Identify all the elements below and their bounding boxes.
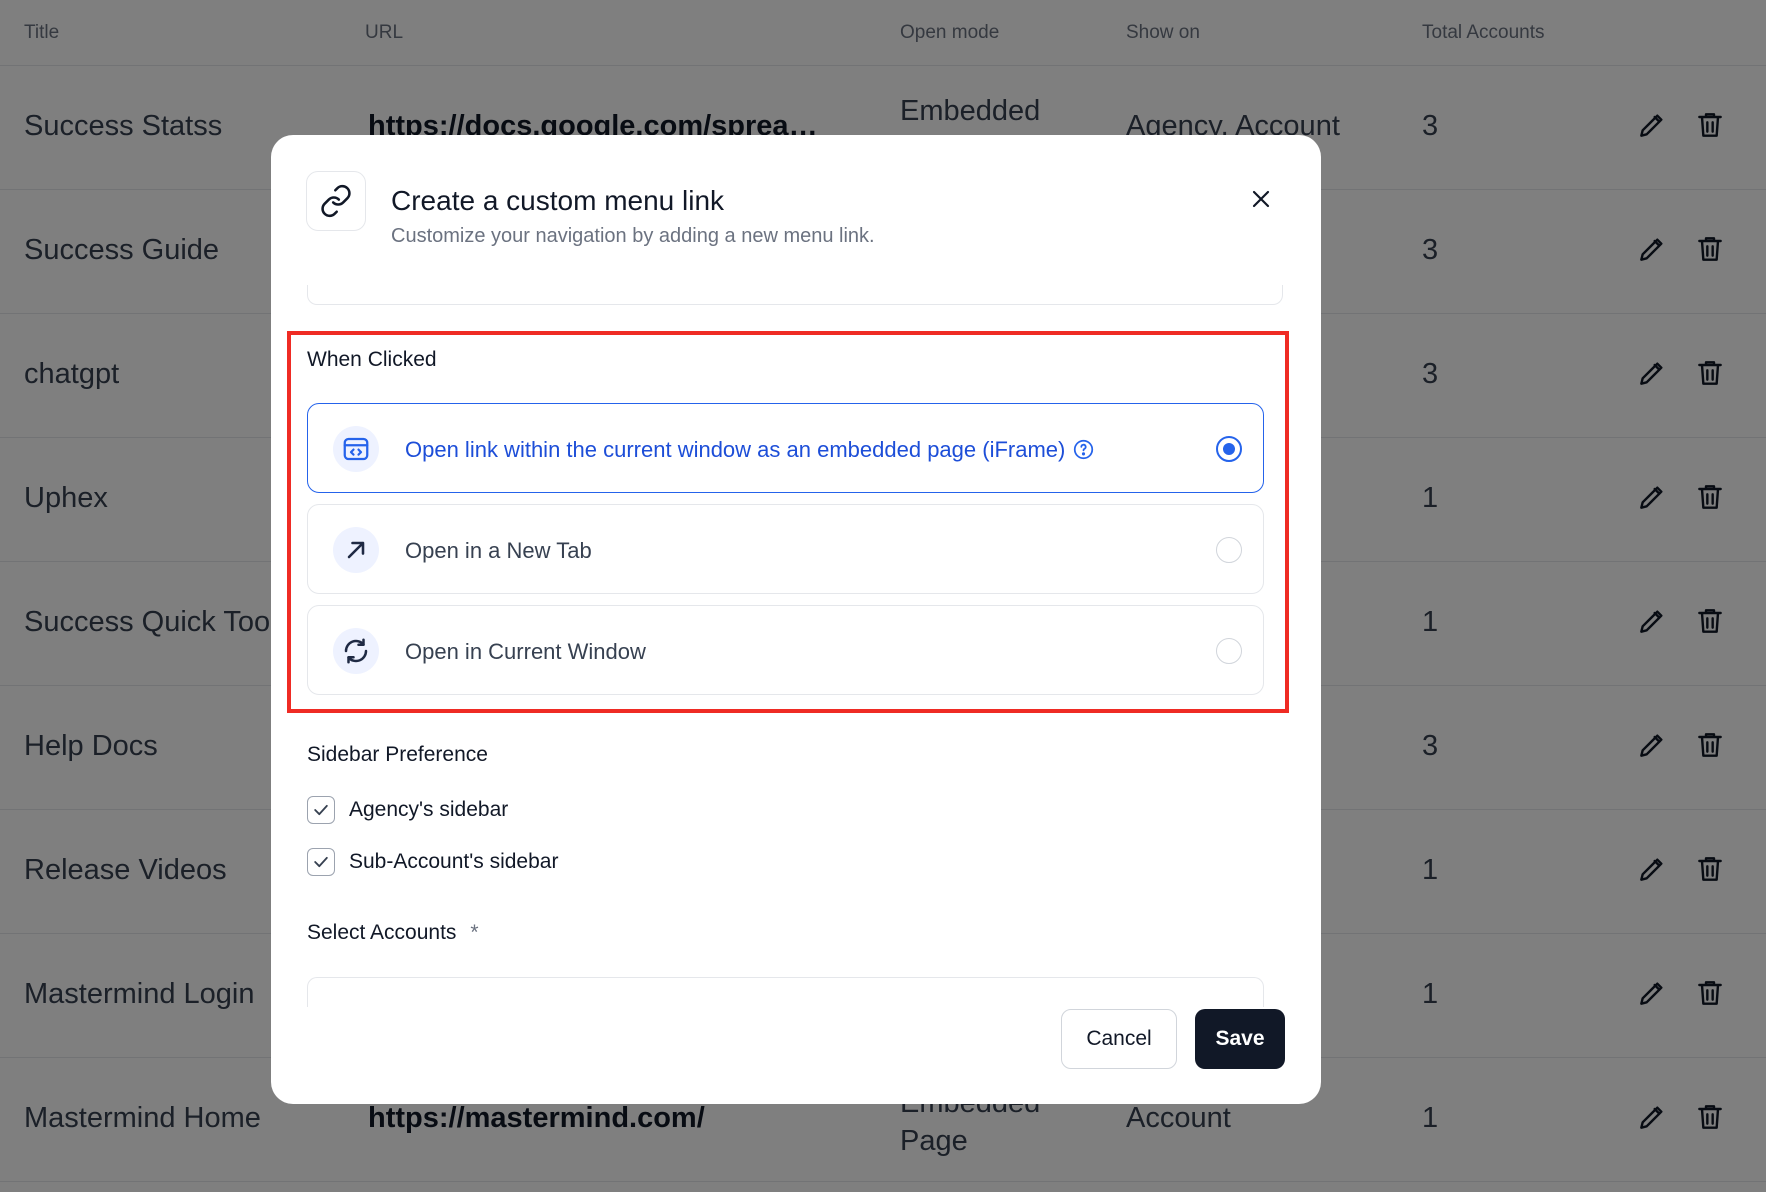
agency-sidebar-label: Agency's sidebar xyxy=(349,798,509,821)
modal-subtitle: Customize your navigation by adding a ne… xyxy=(391,225,875,247)
required-mark: * xyxy=(470,921,479,944)
arrow-up-right-icon xyxy=(333,527,379,573)
option-embedded-iframe[interactable]: Open link within the current window as a… xyxy=(307,403,1264,493)
subaccount-sidebar-checkbox[interactable]: Sub-Account's sidebar xyxy=(307,847,558,877)
check-icon[interactable] xyxy=(307,796,335,824)
check-icon[interactable] xyxy=(307,848,335,876)
radio-new-tab[interactable] xyxy=(1216,537,1242,563)
sidebar-preference-label: Sidebar Preference xyxy=(307,743,488,766)
link-icon xyxy=(306,171,366,231)
select-accounts-label: Select Accounts * xyxy=(307,921,479,945)
select-accounts-text: Select Accounts xyxy=(307,921,457,944)
radio-embedded-iframe[interactable] xyxy=(1216,436,1242,462)
when-clicked-label: When Clicked xyxy=(307,348,437,371)
refresh-icon xyxy=(333,628,379,674)
radio-current-window[interactable] xyxy=(1216,638,1242,664)
agency-sidebar-checkbox[interactable]: Agency's sidebar xyxy=(307,795,508,825)
option-current-window[interactable]: Open in Current Window xyxy=(307,605,1264,695)
option-label: Open in Current Window xyxy=(405,639,646,664)
option-new-tab[interactable]: Open in a New Tab xyxy=(307,504,1264,594)
save-button[interactable]: Save xyxy=(1195,1009,1285,1069)
modal-title: Create a custom menu link xyxy=(391,185,725,216)
cancel-button[interactable]: Cancel xyxy=(1061,1009,1177,1069)
option-label: Open in a New Tab xyxy=(405,538,592,563)
create-menu-link-modal: Create a custom menu link Customize your… xyxy=(271,135,1321,1104)
option-label: Open link within the current window as a… xyxy=(405,437,1066,462)
previous-field-bottom xyxy=(307,285,1283,305)
close-icon[interactable] xyxy=(1246,184,1276,214)
select-accounts-field[interactable] xyxy=(307,977,1264,1007)
iframe-embed-icon xyxy=(333,426,379,472)
subaccount-sidebar-label: Sub-Account's sidebar xyxy=(349,850,559,873)
help-icon[interactable] xyxy=(1073,439,1094,466)
